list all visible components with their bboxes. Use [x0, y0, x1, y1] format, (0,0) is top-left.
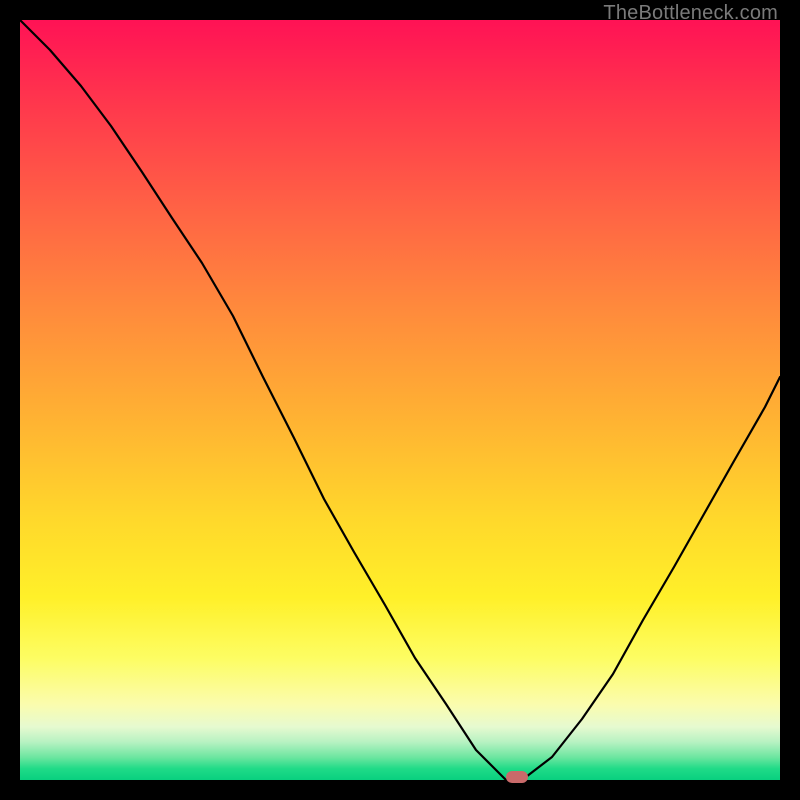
plot-area: [20, 20, 780, 780]
minimum-marker: [506, 771, 528, 783]
chart-frame: TheBottleneck.com: [0, 0, 800, 800]
bottleneck-curve: [20, 20, 780, 780]
curve-svg: [20, 20, 780, 780]
